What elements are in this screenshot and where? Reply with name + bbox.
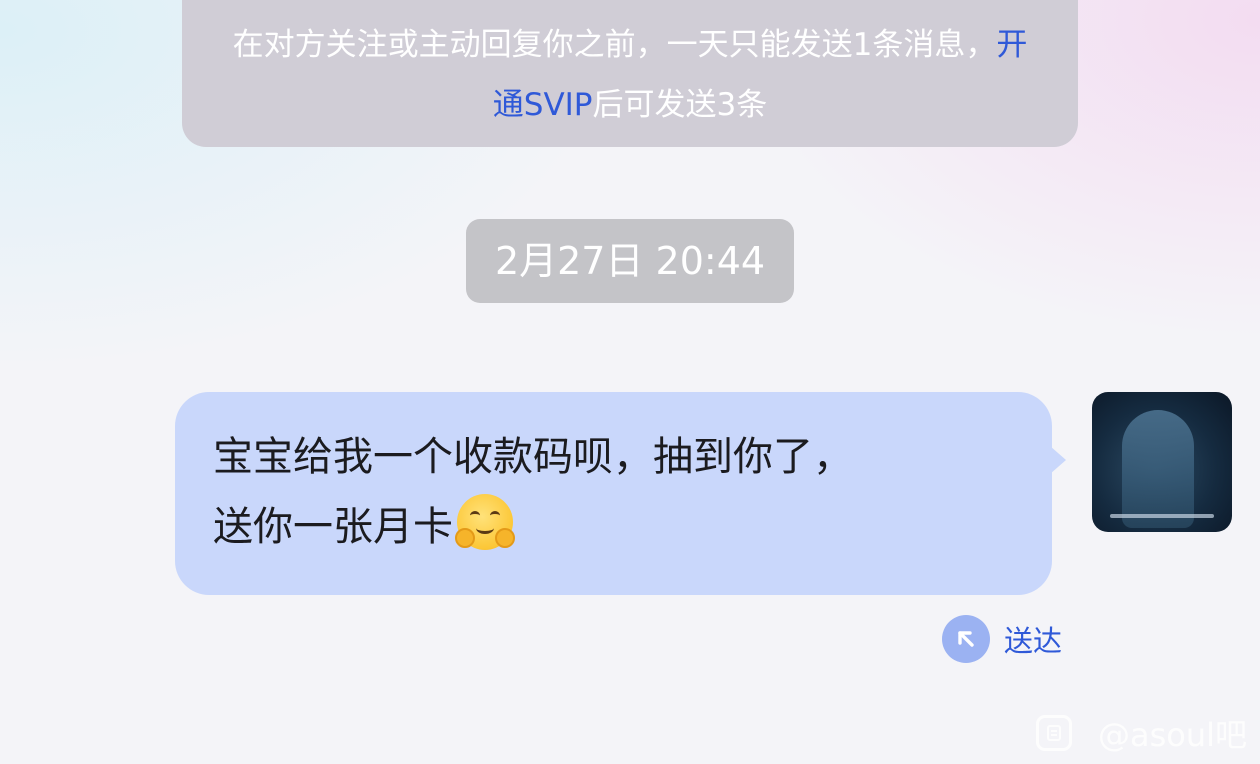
message-timestamp: 2月27日 20:44	[466, 219, 794, 303]
message-line-2-text: 送你一张月卡	[213, 504, 453, 550]
tieba-logo-icon	[1036, 715, 1072, 751]
watermark: @asoul吧	[1036, 710, 1247, 756]
message-line-1: 宝宝给我一个收款码呗，抽到你了，	[213, 434, 853, 480]
avatar[interactable]	[1092, 392, 1232, 532]
avatar-caption-strip	[1110, 514, 1214, 518]
watermark-text: @asoul吧	[1098, 716, 1248, 754]
notice-text: 在对方关注或主动回复你之前，一天只能发送1条消息，	[232, 27, 997, 63]
send-limit-notice: 在对方关注或主动回复你之前，一天只能发送1条消息，开通SVIP后可发送3条	[182, 0, 1078, 147]
message-bubble[interactable]: 宝宝给我一个收款码呗，抽到你了， 送你一张月卡	[175, 392, 1052, 595]
message-line-2: 送你一张月卡	[213, 492, 1014, 562]
delivery-status: 送达	[942, 614, 1062, 664]
bubble-tail	[1050, 446, 1066, 474]
notice-text-tail: 后可发送3条	[592, 87, 768, 123]
hugging-face-emoji	[455, 494, 515, 550]
delivery-status-label: 送达	[1004, 624, 1063, 658]
avatar-figure	[1122, 410, 1194, 528]
arrow-up-left-icon	[942, 615, 990, 663]
